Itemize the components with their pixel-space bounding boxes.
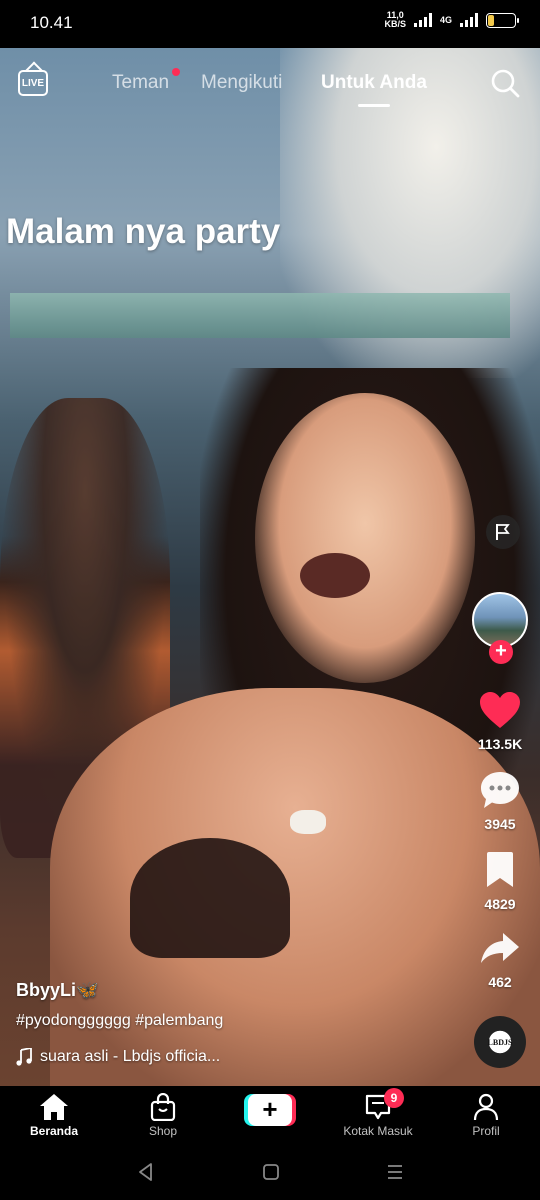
tab-kotak-masuk-label: Kotak Masuk [343,1124,413,1138]
comment-button[interactable]: 3945 [470,768,530,832]
tab-profil-label: Profil [472,1124,500,1138]
video-face [255,393,475,683]
battery-icon: 20 [486,12,519,28]
share-button[interactable]: 462 [470,926,530,990]
video-mouth [300,553,370,598]
tab-teman[interactable]: Teman [112,72,169,94]
home-icon [40,1094,68,1120]
search-icon[interactable] [490,68,520,98]
network-speed: 11,0 KB/S [384,10,406,29]
battery-level: 20 [495,15,506,25]
system-nav-bar [0,1144,540,1200]
active-tab-indicator [358,104,390,107]
tab-untuk-anda[interactable]: Untuk Anda [321,72,427,94]
bookmark-button[interactable]: 4829 [470,848,530,912]
create-button[interactable]: + [244,1094,296,1126]
bookmark-icon [487,852,513,887]
video-clothing [130,838,290,958]
share-icon [481,933,519,963]
recents-icon[interactable] [385,1162,405,1182]
back-icon[interactable] [136,1162,156,1182]
tab-mengikuti[interactable]: Mengikuti [201,72,282,94]
signal-icon-2 [460,13,478,27]
inbox-badge: 9 [384,1088,404,1108]
home-square-icon[interactable] [261,1162,281,1182]
share-count: 462 [488,974,512,990]
status-indicators: 11,0 KB/S 4G 20 [384,10,519,29]
network-type: 4G [439,15,452,25]
creator-username[interactable]: BbyyLi🦋 [16,980,98,1001]
video-player[interactable] [0,48,540,1086]
follow-button[interactable]: + [489,640,513,664]
music-note-icon [16,1048,32,1066]
like-button[interactable]: 113.5K [470,688,530,752]
shop-bag-icon [150,1093,176,1121]
comment-count: 3945 [484,816,516,832]
tab-beranda[interactable]: Beranda [9,1092,99,1138]
sound-info[interactable]: suara asli - Lbdjs officia... [16,1048,220,1066]
tab-beranda-label: Beranda [29,1124,79,1138]
notification-dot [172,68,180,76]
flag-icon [496,524,510,540]
comment-icon [481,772,519,808]
tab-kotak-masuk[interactable]: 9 Kotak Masuk [333,1088,423,1138]
video-necklace [290,810,326,834]
report-flag-button[interactable] [486,515,520,549]
video-caption-overlay: Malam nya party [6,212,281,251]
bottom-tab-bar: Beranda Shop + 9 Kotak Masuk Profil [0,1086,540,1144]
top-nav: LIVE Teman Mengikuti Untuk Anda [0,48,540,118]
create-plus-icon: + [248,1094,292,1126]
video-shelf [10,293,510,338]
signal-icon [413,13,432,27]
bookmark-count: 4829 [484,896,516,912]
like-count: 113.5K [477,736,523,752]
status-bar: 10.41 11,0 KB/S 4G 20 [0,0,540,48]
tab-shop[interactable]: Shop [118,1092,208,1138]
heart-icon [480,692,520,728]
tab-profil[interactable]: Profil [441,1092,531,1138]
battery-fill [488,14,494,26]
music-disc-label: LBDJS [487,1037,513,1047]
status-time: 10.41 [30,13,73,32]
sound-name: suara asli - Lbdjs officia... [40,1048,221,1065]
tab-shop-label: Shop [148,1124,178,1138]
profile-icon [473,1093,499,1121]
video-description[interactable]: #pyodongggggg #palembang [16,1012,223,1030]
music-disc[interactable]: LBDJS [474,1016,526,1068]
live-icon[interactable]: LIVE [18,70,48,96]
